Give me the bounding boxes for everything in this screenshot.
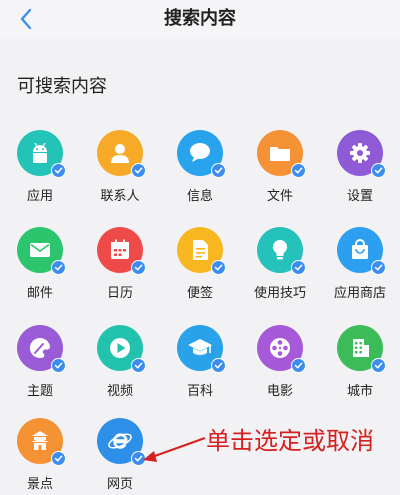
item-label: 城市 (346, 384, 373, 399)
item-label: 应用商店 (333, 286, 386, 301)
item-label: 应用 (26, 189, 53, 204)
checked-icon (51, 260, 66, 275)
checked-icon (291, 163, 306, 178)
item-label: 便签 (186, 286, 213, 301)
item-label: 文件 (266, 189, 293, 204)
checked-icon (291, 358, 306, 373)
item-files[interactable]: 文件 (240, 130, 320, 212)
checked-icon (131, 163, 146, 178)
item-label: 日历 (106, 286, 133, 301)
item-tips[interactable]: 使用技巧 (240, 227, 320, 309)
item-label: 联系人 (100, 189, 140, 204)
checked-icon (211, 358, 226, 373)
item-label: 使用技巧 (253, 286, 306, 301)
item-themes[interactable]: 主题 (0, 325, 80, 407)
checked-icon (291, 260, 306, 275)
item-app-store[interactable]: 应用商店 (320, 227, 400, 309)
checked-icon (211, 163, 226, 178)
checked-icon (51, 163, 66, 178)
checked-icon (371, 260, 386, 275)
item-apps[interactable]: 应用 (0, 130, 80, 212)
item-web[interactable]: 网页 (80, 418, 160, 495)
item-label: 邮件 (26, 286, 53, 301)
item-label: 主题 (26, 384, 53, 399)
item-videos[interactable]: 视频 (80, 325, 160, 407)
item-label: 信息 (186, 189, 213, 204)
item-movies[interactable]: 电影 (240, 325, 320, 407)
item-label: 景点 (26, 477, 53, 492)
item-label: 网页 (106, 477, 133, 492)
annotation-text: 单击选定或取消 (206, 427, 374, 455)
item-calendar[interactable]: 日历 (80, 227, 160, 309)
item-label: 设置 (346, 189, 373, 204)
checked-icon (131, 260, 146, 275)
item-encyclopedia[interactable]: 百科 (160, 325, 240, 407)
item-notes[interactable]: 便签 (160, 227, 240, 309)
checked-icon (131, 358, 146, 373)
item-attractions[interactable]: 景点 (0, 418, 80, 495)
checked-icon (51, 451, 66, 466)
item-label: 百科 (186, 384, 213, 399)
item-mail[interactable]: 邮件 (0, 227, 80, 309)
checked-icon (211, 260, 226, 275)
item-cities[interactable]: 城市 (320, 325, 400, 407)
search-content-page: 搜索内容 可搜索内容 应用 联系人 信息 文件 设置 邮件 日历 便签 使用技巧… (0, 0, 400, 495)
checked-icon (51, 358, 66, 373)
item-label: 视频 (106, 384, 133, 399)
item-messages[interactable]: 信息 (160, 130, 240, 212)
checked-icon (131, 451, 146, 466)
checked-icon (371, 358, 386, 373)
checked-icon (371, 163, 386, 178)
item-contacts[interactable]: 联系人 (80, 130, 160, 212)
item-label: 电影 (266, 384, 293, 399)
item-settings[interactable]: 设置 (320, 130, 400, 212)
